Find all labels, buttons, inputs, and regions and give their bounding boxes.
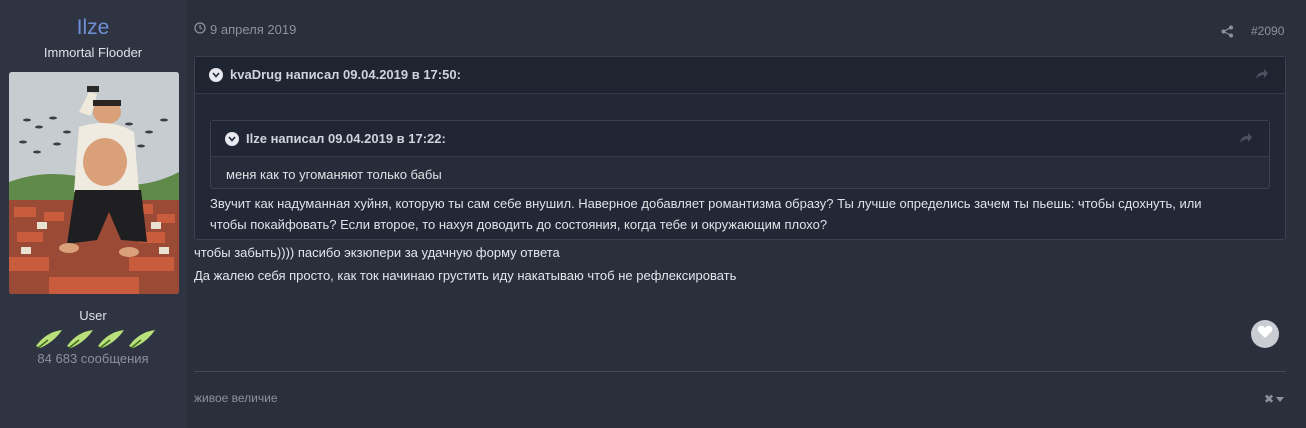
post-count: 84 683 сообщения <box>37 351 149 366</box>
chevron-down-icon[interactable] <box>225 131 239 146</box>
heart-icon <box>1257 325 1273 344</box>
author-name-link[interactable]: Ilze <box>0 16 186 40</box>
post-date[interactable]: 9 апреля 2019 <box>194 22 296 37</box>
post-text-line: Да жалею себя просто, как ток начинаю гр… <box>194 268 737 283</box>
quote-outer-line: чтобы покайфовать? Если второе, то нахуя… <box>210 217 828 232</box>
clock-icon <box>194 22 206 37</box>
post-date-text: 9 апреля 2019 <box>210 22 297 37</box>
quote-inner-citation[interactable]: Ilze написал 09.04.2019 в 17:22: <box>225 131 446 146</box>
go-to-quote-icon[interactable] <box>1255 67 1269 85</box>
quote-inner: Ilze написал 09.04.2019 в 17:22: меня ка… <box>210 120 1270 189</box>
user-group: User <box>79 308 107 323</box>
post-text-line: чтобы забыть)))) пасибо экзюпери за удач… <box>194 245 560 260</box>
caret-down-icon <box>1276 392 1285 406</box>
quote-outer-citation[interactable]: kvaDrug написал 09.04.2019 в 17:50: <box>209 67 461 82</box>
signature-divider <box>194 371 1286 372</box>
signature-text: живое величие <box>194 391 278 405</box>
quote-outer-author: kvaDrug написал 09.04.2019 в 17:50: <box>230 67 461 82</box>
like-button[interactable] <box>1251 320 1279 348</box>
quote-outer-header: kvaDrug написал 09.04.2019 в 17:50: <box>195 57 1285 94</box>
quote-outer-line: Звучит как надуманная хуйня, которую ты … <box>210 196 1202 211</box>
author-panel: Ilze Immortal Flooder User 84 683 сообще… <box>0 0 186 428</box>
chevron-down-icon[interactable] <box>209 67 223 82</box>
post-number-link[interactable]: #2090 <box>1251 24 1284 38</box>
share-icon[interactable] <box>1221 25 1234 43</box>
quote-inner-text: меня как то угоманяют только бабы <box>226 167 442 182</box>
quote-inner-header: Ilze написал 09.04.2019 в 17:22: <box>211 121 1269 157</box>
quote-outer: kvaDrug написал 09.04.2019 в 17:50: Ilze… <box>194 56 1286 240</box>
signature-hide-toggle[interactable]: ✖ <box>1264 392 1285 406</box>
author-title: Immortal Flooder <box>43 45 143 60</box>
rank-leaf-icons <box>34 324 158 350</box>
go-to-quote-icon[interactable] <box>1239 131 1253 149</box>
quote-outer-text: Звучит как надуманная хуйня, которую ты … <box>210 193 1270 235</box>
avatar[interactable] <box>9 72 179 294</box>
close-icon: ✖ <box>1264 392 1275 406</box>
quote-inner-author: Ilze написал 09.04.2019 в 17:22: <box>246 131 446 146</box>
